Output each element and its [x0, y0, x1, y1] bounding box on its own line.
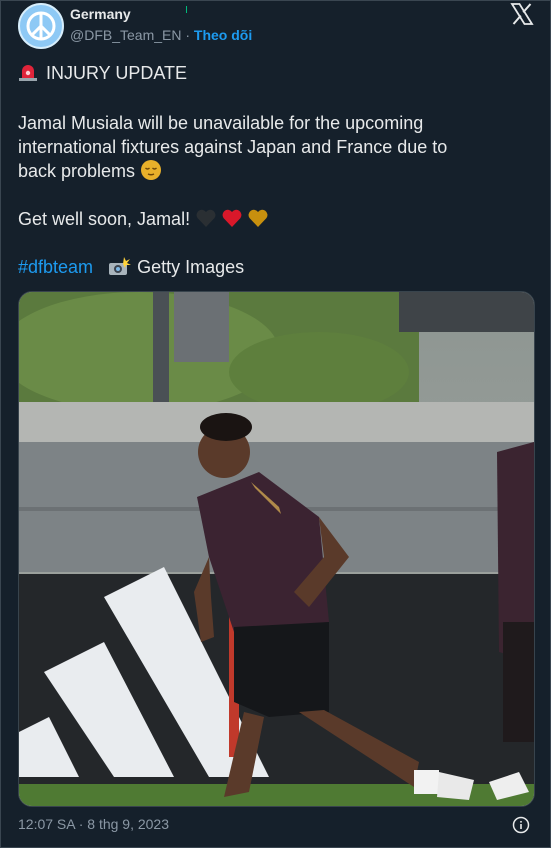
follow-button[interactable]: Theo dõi [194, 27, 252, 43]
info-icon[interactable] [512, 816, 530, 834]
post-body-line-1: Jamal Musiala will be unavailable for th… [18, 113, 424, 133]
wish-row: Get well soon, Jamal! [18, 207, 271, 231]
handle-row: @DFB_Team_EN · Theo dõi [70, 27, 252, 43]
photo-credit: Getty Images [137, 257, 245, 277]
post-heading: INJURY UPDATE [46, 63, 188, 83]
avatar[interactable] [18, 3, 64, 49]
red-heart-icon [222, 209, 242, 227]
gold-heart-icon [248, 209, 268, 227]
post-body-line-3-row: back problems [18, 159, 162, 183]
post-photo[interactable] [18, 291, 535, 807]
account-handle[interactable]: @DFB_Team_EN [70, 27, 181, 43]
hashtag-link[interactable]: #dfbteam [18, 257, 93, 277]
separator: · [181, 27, 194, 43]
account-name[interactable]: Germany [70, 6, 131, 22]
rotating-light-icon [19, 65, 37, 81]
hearts-icon [196, 209, 268, 227]
black-heart-icon [196, 209, 216, 227]
tags-row: #dfbteam Getty Images [18, 255, 244, 279]
status-tick [186, 6, 187, 13]
post-heading-line: INJURY UPDATE [18, 61, 187, 85]
post-body-line-3: back problems [18, 161, 136, 181]
training-photo [19, 292, 534, 806]
post-body-line-2: international fixtures against Japan and… [18, 137, 448, 157]
relieved-face-icon [141, 160, 162, 180]
post-timestamp[interactable]: 12:07 SA · 8 thg 9, 2023 [18, 816, 169, 832]
x-logo-icon[interactable] [510, 2, 534, 26]
post-wish: Get well soon, Jamal! [18, 209, 191, 229]
peace-sign-icon [26, 11, 56, 41]
camera-flash-icon [109, 257, 132, 275]
